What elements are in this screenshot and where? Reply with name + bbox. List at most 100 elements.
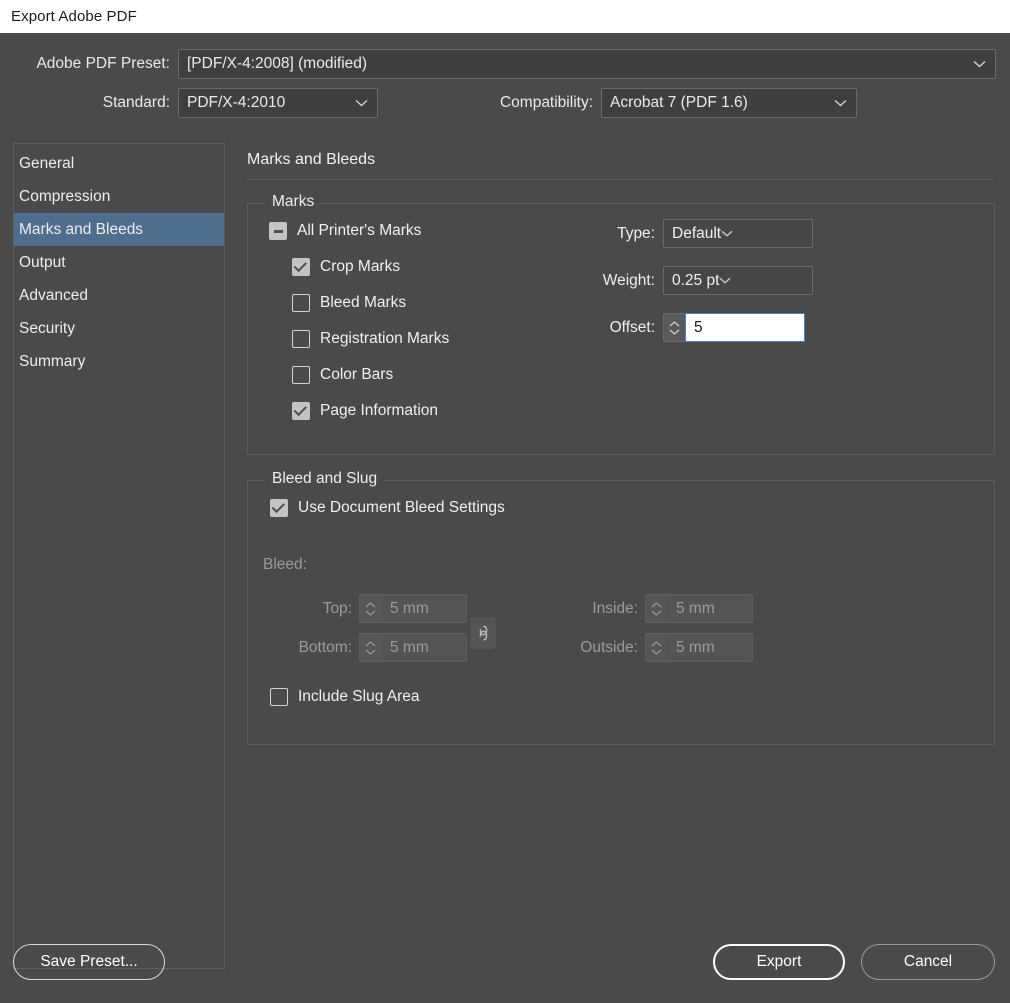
bleed-inside-row: Inside: 5 mm	[548, 594, 753, 623]
bleed-caption-label: Bleed:	[263, 556, 307, 573]
weight-row: Weight: 0.25 pt	[568, 266, 813, 295]
bleed-bottom-value: 5 mm	[381, 633, 467, 662]
checkbox-label: Color Bars	[320, 366, 394, 383]
type-label: Type:	[617, 224, 655, 242]
checkbox-crop-marks[interactable]: Crop Marks	[292, 258, 400, 276]
save-preset-button-label: Save Preset...	[40, 953, 138, 970]
cancel-button[interactable]: Cancel	[861, 944, 995, 980]
sidebar-item-label: Summary	[19, 352, 86, 370]
compatibility-label: Compatibility:	[499, 94, 593, 111]
bleed-bottom-field[interactable]: 5 mm	[359, 633, 467, 662]
chevron-down-icon	[973, 60, 986, 68]
offset-row: Offset: 5	[578, 313, 805, 342]
chevron-down-icon	[721, 230, 733, 237]
adobe-pdf-preset-dropdown[interactable]: [PDF/X-4:2008] (modified)	[178, 49, 996, 79]
offset-value: 5	[694, 318, 703, 336]
sidebar-item-compression[interactable]: Compression	[14, 180, 224, 213]
sidebar-item-label: General	[19, 154, 75, 172]
bleed-top-stepper[interactable]	[359, 594, 381, 623]
standard-label: Standard:	[102, 94, 170, 111]
bleed-outside-stepper[interactable]	[645, 633, 667, 662]
checkbox-unchecked-icon	[292, 330, 310, 348]
bleed-top-value: 5 mm	[381, 594, 467, 623]
sidebar-item-security[interactable]: Security	[14, 312, 224, 345]
standard-compatibility-row: Standard: PDF/X-4:2010 Compatibility: Ac…	[0, 88, 996, 118]
sidebar-item-marks-and-bleeds[interactable]: Marks and Bleeds	[14, 213, 224, 246]
checkbox-checked-icon	[292, 258, 310, 276]
checkbox-label: Crop Marks	[320, 258, 401, 275]
bleed-outside-label: Outside:	[580, 638, 638, 656]
chain-link-icon[interactable]	[470, 617, 496, 649]
checkbox-label: Include Slug Area	[298, 688, 420, 705]
checkbox-unchecked-icon	[292, 366, 310, 384]
marks-group: Marks All Printer's Marks Crop Marks Ble…	[247, 193, 995, 455]
checkbox-bleed-marks[interactable]: Bleed Marks	[292, 294, 406, 312]
checkbox-all-printers-marks[interactable]: All Printer's Marks	[269, 222, 421, 240]
offset-input[interactable]: 5	[685, 313, 805, 342]
checkbox-unchecked-icon	[270, 688, 288, 706]
page-title: Marks and Bleeds	[247, 151, 376, 168]
marks-group-legend: Marks	[265, 193, 322, 211]
bleed-bottom-row: Bottom: 5 mm	[270, 633, 467, 662]
sidebar-item-label: Compression	[19, 187, 111, 205]
checkbox-page-information[interactable]: Page Information	[292, 402, 438, 420]
bleed-inside-stepper[interactable]	[645, 594, 667, 623]
bleed-outside-row: Outside: 5 mm	[548, 633, 753, 662]
sidebar-item-label: Security	[19, 319, 75, 337]
type-value: Default	[672, 224, 722, 242]
checkbox-indeterminate-icon	[269, 222, 287, 240]
checkbox-use-document-bleed-settings[interactable]: Use Document Bleed Settings	[270, 499, 505, 517]
checkbox-checked-icon	[292, 402, 310, 420]
panel-divider	[247, 179, 995, 180]
bleed-group-legend: Bleed and Slug	[265, 470, 385, 488]
type-row: Type: Default	[593, 219, 813, 248]
settings-category-list[interactable]: General Compression Marks and Bleeds Out…	[13, 143, 225, 969]
export-button[interactable]: Export	[713, 944, 845, 980]
adobe-pdf-preset-row: Adobe PDF Preset: [PDF/X-4:2008] (modifi…	[0, 49, 996, 79]
standard-value: PDF/X-4:2010	[187, 94, 286, 111]
checkbox-include-slug-area[interactable]: Include Slug Area	[270, 688, 420, 706]
bleed-top-field[interactable]: 5 mm	[359, 594, 467, 623]
sidebar-item-general[interactable]: General	[14, 147, 224, 180]
bleed-inside-value: 5 mm	[667, 594, 753, 623]
checkbox-checked-icon	[270, 499, 288, 517]
export-adobe-pdf-dialog: Adobe PDF Preset: [PDF/X-4:2008] (modifi…	[0, 33, 1010, 1003]
weight-value: 0.25 pt	[672, 271, 720, 289]
export-button-label: Export	[756, 953, 802, 970]
chevron-down-icon	[719, 277, 731, 284]
sidebar-item-label: Marks and Bleeds	[19, 220, 144, 238]
weight-label: Weight:	[602, 271, 655, 289]
chevron-down-icon	[355, 99, 368, 107]
chevron-down-icon	[834, 99, 847, 107]
bleed-inside-label: Inside:	[592, 599, 638, 617]
type-dropdown[interactable]: Default	[663, 219, 813, 248]
bleed-bottom-label: Bottom:	[298, 638, 352, 656]
sidebar-item-label: Output	[19, 253, 66, 271]
bleed-outside-field[interactable]: 5 mm	[645, 633, 753, 662]
bleed-inside-field[interactable]: 5 mm	[645, 594, 753, 623]
checkbox-label: Use Document Bleed Settings	[298, 499, 505, 516]
weight-dropdown[interactable]: 0.25 pt	[663, 266, 813, 295]
cancel-button-label: Cancel	[903, 953, 953, 970]
checkbox-registration-marks[interactable]: Registration Marks	[292, 330, 449, 348]
window-title: Export Adobe PDF	[11, 8, 137, 25]
bleed-top-row: Top: 5 mm	[270, 594, 467, 623]
marks-and-bleeds-panel: Marks and Bleeds Marks All Printer's Mar…	[247, 143, 995, 969]
window-titlebar: Export Adobe PDF	[0, 0, 1010, 33]
bleed-bottom-stepper[interactable]	[359, 633, 381, 662]
checkbox-color-bars[interactable]: Color Bars	[292, 366, 393, 384]
save-preset-button[interactable]: Save Preset...	[13, 944, 165, 980]
checkbox-label: Bleed Marks	[320, 294, 407, 311]
offset-label: Offset:	[609, 318, 655, 336]
sidebar-item-summary[interactable]: Summary	[14, 345, 224, 378]
bleed-and-slug-group: Bleed and Slug Use Document Bleed Settin…	[247, 470, 995, 745]
compatibility-value: Acrobat 7 (PDF 1.6)	[610, 94, 748, 111]
offset-stepper[interactable]	[663, 313, 685, 342]
standard-dropdown[interactable]: PDF/X-4:2010	[178, 88, 378, 118]
checkbox-label: All Printer's Marks	[297, 222, 422, 239]
sidebar-item-output[interactable]: Output	[14, 246, 224, 279]
checkbox-unchecked-icon	[292, 294, 310, 312]
bleed-top-label: Top:	[322, 599, 352, 617]
compatibility-dropdown[interactable]: Acrobat 7 (PDF 1.6)	[601, 88, 857, 118]
sidebar-item-advanced[interactable]: Advanced	[14, 279, 224, 312]
